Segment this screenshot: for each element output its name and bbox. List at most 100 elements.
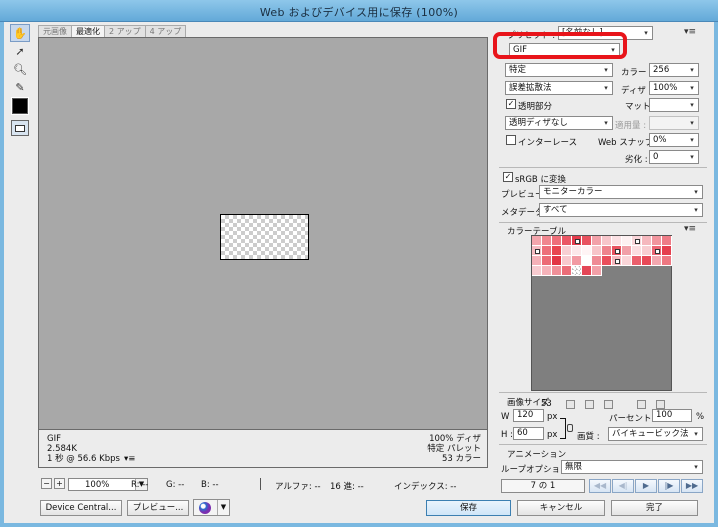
color-swatch[interactable] bbox=[552, 246, 562, 256]
color-swatch[interactable] bbox=[532, 256, 542, 266]
color-swatch[interactable] bbox=[572, 246, 582, 256]
color-swatch[interactable] bbox=[552, 236, 562, 246]
speed-menu-icon[interactable]: ▾≡ bbox=[124, 454, 135, 464]
color-swatch[interactable] bbox=[602, 246, 612, 256]
browser-select[interactable]: ▼ bbox=[193, 499, 230, 516]
tab-original[interactable]: 元画像 bbox=[38, 25, 72, 37]
cancel-button[interactable]: キャンセル bbox=[517, 500, 605, 516]
preview-button[interactable]: プレビュー... bbox=[127, 500, 189, 516]
height-input[interactable]: 60 bbox=[513, 427, 544, 440]
color-table-menu-icon[interactable]: ▾≡ bbox=[684, 224, 696, 234]
zoom-out-button[interactable]: − bbox=[41, 478, 52, 489]
new-color-icon[interactable] bbox=[636, 399, 646, 409]
color-swatch[interactable] bbox=[582, 256, 592, 266]
web-shift-icon[interactable] bbox=[584, 399, 594, 409]
color-swatch[interactable] bbox=[592, 266, 602, 276]
color-swatch[interactable] bbox=[562, 236, 572, 246]
map-transparent-icon[interactable] bbox=[565, 399, 575, 409]
image-preview[interactable] bbox=[38, 37, 488, 430]
hand-tool[interactable]: ✋ bbox=[10, 24, 30, 42]
link-icon[interactable] bbox=[567, 424, 573, 432]
tab-2up[interactable]: 2 アップ bbox=[104, 25, 146, 37]
zoom-tool[interactable]: 🔍︎ bbox=[10, 60, 30, 78]
color-swatch[interactable] bbox=[662, 256, 672, 266]
color-swatch[interactable] bbox=[622, 256, 632, 266]
color-swatch[interactable] bbox=[632, 256, 642, 266]
matte-select[interactable]: ▾ bbox=[649, 98, 699, 112]
color-swatch[interactable] bbox=[532, 246, 542, 256]
percent-input[interactable]: 100 bbox=[652, 409, 692, 422]
loop-select[interactable]: 無限 ▾ bbox=[561, 460, 703, 474]
color-swatch[interactable] bbox=[542, 236, 552, 246]
color-swatch[interactable] bbox=[612, 256, 622, 266]
color-swatch[interactable] bbox=[602, 236, 612, 246]
websnap-field[interactable]: 0% ▾ bbox=[649, 133, 699, 147]
color-swatch[interactable] bbox=[622, 246, 632, 256]
previous-frame-button[interactable]: ◀| bbox=[612, 479, 634, 493]
slice-select-tool[interactable]: ➚ bbox=[10, 42, 30, 60]
eyedropper-color-swatch[interactable] bbox=[11, 97, 29, 115]
done-button[interactable]: 完了 bbox=[611, 500, 698, 516]
color-swatch[interactable] bbox=[562, 246, 572, 256]
tab-optimized[interactable]: 最適化 bbox=[71, 25, 105, 37]
color-swatch[interactable] bbox=[652, 256, 662, 266]
metadata-select[interactable]: すべて ▾ bbox=[539, 203, 703, 217]
first-frame-button[interactable]: ◀◀ bbox=[589, 479, 611, 493]
zoom-in-button[interactable]: + bbox=[54, 478, 65, 489]
transparency-dither-select[interactable]: 透明ディザなし ▾ bbox=[505, 116, 613, 130]
color-swatch[interactable] bbox=[642, 246, 652, 256]
device-central-button[interactable]: Device Central... bbox=[40, 500, 122, 516]
color-swatch[interactable] bbox=[642, 236, 652, 246]
tab-4up[interactable]: 4 アップ bbox=[144, 25, 187, 37]
color-swatch[interactable] bbox=[662, 246, 672, 256]
lossy-field[interactable]: 0 ▾ bbox=[649, 150, 699, 164]
transparency-checkbox[interactable]: ✓ bbox=[506, 99, 516, 109]
quality-select[interactable]: バイキュービック法 ▾ bbox=[608, 427, 703, 441]
color-swatch[interactable] bbox=[532, 266, 542, 276]
color-swatch[interactable] bbox=[582, 266, 592, 276]
color-swatch[interactable] bbox=[642, 256, 652, 266]
color-swatch[interactable] bbox=[612, 236, 622, 246]
lock-color-icon[interactable] bbox=[603, 399, 613, 409]
color-swatch[interactable] bbox=[592, 246, 602, 256]
dither-amount-field[interactable]: 100% ▾ bbox=[649, 81, 699, 95]
colors-select[interactable]: 256 ▾ bbox=[649, 63, 699, 77]
color-swatch[interactable] bbox=[612, 246, 622, 256]
color-swatch[interactable] bbox=[572, 266, 582, 276]
color-swatch[interactable] bbox=[662, 236, 672, 246]
color-reduction-select[interactable]: 特定 ▾ bbox=[505, 63, 613, 77]
color-swatch[interactable] bbox=[552, 266, 562, 276]
srgb-checkbox[interactable]: ✓ bbox=[503, 172, 513, 182]
color-swatch[interactable] bbox=[562, 256, 572, 266]
next-frame-button[interactable]: |▶ bbox=[658, 479, 680, 493]
color-swatch[interactable] bbox=[592, 236, 602, 246]
settings-menu-icon[interactable]: ▾≡ bbox=[684, 27, 696, 37]
trash-icon[interactable] bbox=[655, 399, 665, 409]
color-swatch[interactable] bbox=[602, 256, 612, 266]
width-input[interactable]: 120 bbox=[513, 409, 544, 422]
color-swatch[interactable] bbox=[622, 236, 632, 246]
color-swatch[interactable] bbox=[592, 256, 602, 266]
color-swatch[interactable] bbox=[632, 246, 642, 256]
color-swatch[interactable] bbox=[632, 236, 642, 246]
dither-algorithm-select[interactable]: 誤差拡散法 ▾ bbox=[505, 81, 613, 95]
color-swatch[interactable] bbox=[582, 246, 592, 256]
color-table[interactable] bbox=[531, 235, 672, 391]
toggle-slices-visibility[interactable] bbox=[11, 120, 29, 136]
color-swatch[interactable] bbox=[652, 236, 662, 246]
preview-color-select[interactable]: モニターカラー ▾ bbox=[539, 185, 703, 199]
color-swatch[interactable] bbox=[542, 246, 552, 256]
last-frame-button[interactable]: ▶▶ bbox=[681, 479, 703, 493]
eyedropper-tool[interactable]: ✎ bbox=[10, 78, 30, 96]
color-swatch[interactable] bbox=[552, 256, 562, 266]
color-swatch[interactable] bbox=[532, 236, 542, 246]
color-swatch[interactable] bbox=[582, 236, 592, 246]
color-swatch[interactable] bbox=[542, 256, 552, 266]
color-swatch[interactable] bbox=[652, 246, 662, 256]
color-swatch[interactable] bbox=[562, 266, 572, 276]
color-swatch[interactable] bbox=[572, 236, 582, 246]
save-button[interactable]: 保存 bbox=[426, 500, 511, 516]
interlaced-checkbox[interactable] bbox=[506, 135, 516, 145]
color-swatch[interactable] bbox=[572, 256, 582, 266]
play-button[interactable]: ▶ bbox=[635, 479, 657, 493]
